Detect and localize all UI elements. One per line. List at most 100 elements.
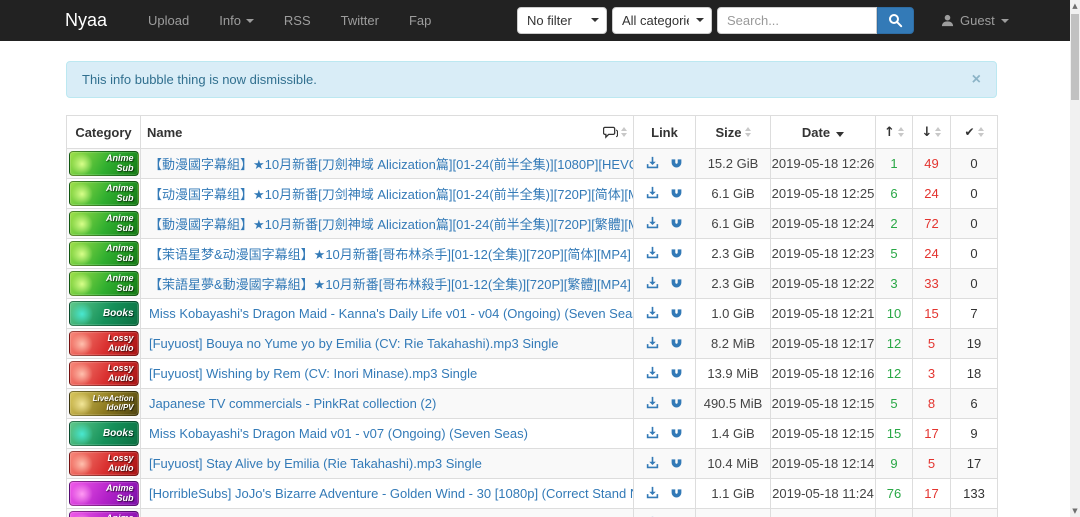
torrent-name-link[interactable]: [Fuyuost] Wishing by Rem (CV: Inori Mina… (149, 366, 477, 381)
download-icon[interactable] (646, 186, 659, 202)
search-bar: No filter All categories (517, 7, 914, 34)
magnet-icon[interactable] (670, 276, 683, 292)
table-row: AnimeSub [HorribleSubs] JoJo's Bizarre A… (67, 479, 998, 509)
header-completed[interactable]: ✔ (951, 116, 998, 149)
header-date[interactable]: Date (771, 116, 876, 149)
category-icon[interactable]: AnimeSub (69, 181, 139, 206)
filter-select[interactable]: No filter (517, 7, 607, 34)
torrent-name-link[interactable]: Japanese TV commercials - PinkRat collec… (149, 396, 436, 411)
category-icon[interactable]: AnimeSub (69, 151, 139, 176)
sort-desc-icon (836, 132, 844, 137)
header-name: Name (141, 116, 634, 149)
search-button[interactable] (877, 7, 914, 34)
nav-links: Upload Info RSS Twitter Fap (133, 0, 446, 41)
search-icon (888, 13, 903, 28)
magnet-icon[interactable] (670, 246, 683, 262)
nav-item-upload[interactable]: Upload (133, 0, 204, 41)
torrent-name-link[interactable]: 【動漫國字幕組】★10月新番[刀劍神域 Alicization篇][01-24(… (149, 157, 634, 172)
nav-item-twitter[interactable]: Twitter (326, 0, 394, 41)
sort-icon-comments[interactable] (621, 127, 627, 137)
category-select[interactable]: All categories (612, 7, 712, 34)
download-icon[interactable] (646, 336, 659, 352)
table-row: AnimeSub 【動漫國字幕組】★10月新番[刀劍神域 Alicization… (67, 209, 998, 239)
user-menu[interactable]: Guest (941, 0, 1009, 41)
torrent-table: Category Name Link Size Date (66, 115, 997, 517)
arrow-down-icon: ↓ (922, 125, 933, 140)
category-icon[interactable]: LiveActionIdol/PV (69, 391, 139, 416)
table-header-row: Category Name Link Size Date (67, 116, 998, 149)
category-icon[interactable]: AnimeSub (69, 211, 139, 236)
nav-item-info[interactable]: Info (204, 0, 269, 41)
user-label: Guest (960, 13, 995, 28)
close-icon[interactable]: × (972, 72, 981, 88)
info-alert: This info bubble thing is now dismissibl… (66, 61, 997, 98)
magnet-icon[interactable] (670, 306, 683, 322)
magnet-icon[interactable] (670, 186, 683, 202)
magnet-icon[interactable] (670, 336, 683, 352)
magnet-icon[interactable] (670, 216, 683, 232)
torrent-name-link[interactable]: Miss Kobayashi's Dragon Maid v01 - v07 (… (149, 426, 528, 441)
brand-link[interactable]: Nyaa (65, 10, 107, 31)
download-icon[interactable] (646, 216, 659, 232)
comments-icon[interactable] (603, 126, 618, 139)
table-row: LossyAudio [Fuyuost] Bouya no Yume yo by… (67, 329, 998, 359)
download-icon[interactable] (646, 156, 659, 172)
chevron-down-icon (246, 19, 254, 23)
header-seeders[interactable]: ↑ (876, 116, 913, 149)
torrent-name-link[interactable]: [HorribleSubs] JoJo's Bizarre Adventure … (149, 486, 634, 501)
sort-icon-size (745, 127, 751, 137)
magnet-icon[interactable] (670, 366, 683, 382)
nav-item-rss[interactable]: RSS (269, 0, 326, 41)
navbar: Nyaa Upload Info RSS Twitter Fap No filt… (0, 0, 1070, 41)
category-icon[interactable]: LossyAudio (69, 451, 139, 476)
magnet-icon[interactable] (670, 456, 683, 472)
download-icon[interactable] (646, 486, 659, 502)
arrow-up-icon: ↑ (884, 125, 895, 140)
category-icon[interactable]: AnimeSub (69, 241, 139, 266)
torrent-name-link[interactable]: 【動漫國字幕組】★10月新番[刀劍神域 Alicization篇][01-24(… (149, 217, 634, 232)
magnet-icon[interactable] (670, 396, 683, 412)
download-icon[interactable] (646, 246, 659, 262)
scrollbar[interactable]: ▲ ▼ (1070, 0, 1080, 517)
torrent-name-link[interactable]: 【茉语星梦&动漫国字幕组】★10月新番[哥布林杀手][01-12(全集)][72… (149, 247, 631, 262)
header-leechers[interactable]: ↓ (913, 116, 951, 149)
magnet-icon[interactable] (670, 486, 683, 502)
magnet-icon[interactable] (670, 426, 683, 442)
category-icon[interactable]: Books (69, 421, 139, 446)
scrollbar-up-arrow[interactable]: ▲ (1070, 0, 1080, 12)
header-category: Category (67, 116, 141, 149)
magnet-icon[interactable] (670, 156, 683, 172)
nav-item-fap[interactable]: Fap (394, 0, 446, 41)
table-row: LiveActionIdol/PV Japanese TV commercial… (67, 389, 998, 419)
category-icon[interactable]: LossyAudio (69, 331, 139, 356)
scrollbar-thumb[interactable] (1071, 14, 1079, 100)
category-icon[interactable]: AnimeSub (69, 271, 139, 296)
torrent-name-link[interactable]: Miss Kobayashi's Dragon Maid - Kanna's D… (149, 306, 634, 321)
category-icon[interactable]: Books (69, 301, 139, 326)
table-row: AnimeSub 【茉語星夢&動漫國字幕組】★10月新番[哥布林殺手][01-1… (67, 269, 998, 299)
table-row: Books Miss Kobayashi's Dragon Maid v01 -… (67, 419, 998, 449)
chevron-down-icon (1001, 19, 1009, 23)
table-row: AnimeSub 【动漫国字幕组】★10月新番[刀剑神域 Alicization… (67, 179, 998, 209)
category-icon[interactable]: LossyAudio (69, 361, 139, 386)
table-row: AnimeSub (67, 509, 998, 517)
download-icon[interactable] (646, 456, 659, 472)
download-icon[interactable] (646, 426, 659, 442)
download-icon[interactable] (646, 396, 659, 412)
category-icon[interactable]: AnimeSub (69, 511, 139, 517)
download-icon[interactable] (646, 276, 659, 292)
search-input[interactable] (717, 7, 877, 34)
download-icon[interactable] (646, 306, 659, 322)
table-row: LossyAudio [Fuyuost] Stay Alive by Emili… (67, 449, 998, 479)
torrent-name-link[interactable]: [Fuyuost] Stay Alive by Emilia (Rie Taka… (149, 456, 482, 471)
sort-icon-seeders (898, 127, 904, 137)
header-size[interactable]: Size (696, 116, 771, 149)
torrent-name-link[interactable]: [Fuyuost] Bouya no Yume yo by Emilia (CV… (149, 336, 558, 351)
table-row: LossyAudio [Fuyuost] Wishing by Rem (CV:… (67, 359, 998, 389)
torrent-name-link[interactable]: 【茉語星夢&動漫國字幕組】★10月新番[哥布林殺手][01-12(全集)][72… (149, 277, 631, 292)
scrollbar-down-arrow[interactable]: ▼ (1070, 505, 1080, 517)
category-icon[interactable]: AnimeSub (69, 481, 139, 506)
download-icon[interactable] (646, 366, 659, 382)
check-icon: ✔ (964, 125, 974, 139)
torrent-name-link[interactable]: 【动漫国字幕组】★10月新番[刀剑神域 Alicization篇][01-24(… (149, 187, 634, 202)
